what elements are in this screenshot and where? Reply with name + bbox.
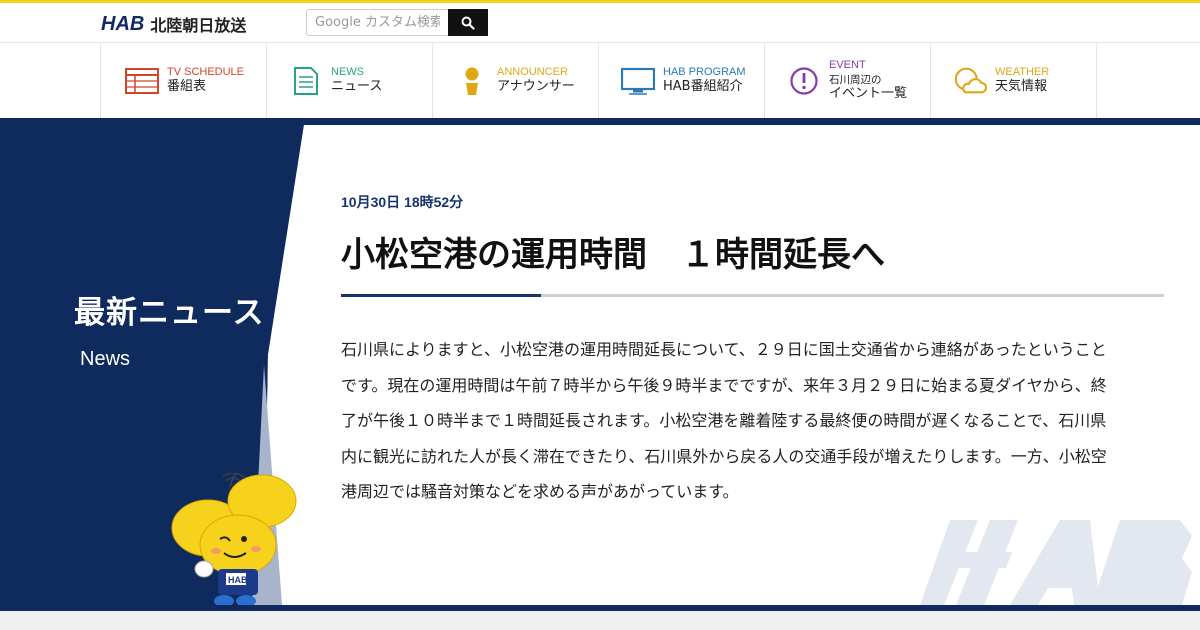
nav-label-jp: HAB番組紹介: [663, 79, 743, 95]
tv-schedule-icon: [125, 65, 159, 97]
nav-event[interactable]: EVENT 石川周辺の イベント一覧: [765, 43, 931, 118]
hab-watermark-logo: [920, 520, 1200, 605]
nav-label-jp: 石川周辺の: [829, 73, 882, 86]
headline-divider-accent: [341, 294, 541, 297]
main-content: 最新ニュース News HAB 10月30日 18時52分 小松空港の運用時間 …: [0, 125, 1200, 605]
search-input[interactable]: [306, 9, 448, 36]
section-subtitle: News: [80, 348, 131, 370]
nav-label-jp: 天気情報: [995, 79, 1048, 95]
nav-label-jp: アナウンサー: [497, 79, 575, 95]
nav-label-en: WEATHER: [995, 65, 1050, 78]
nav-label-en: HAB PROGRAM: [663, 65, 746, 78]
content-top-band: [0, 118, 1200, 125]
section-sidebar: 最新ニュース News HAB: [0, 125, 304, 605]
site-logo[interactable]: HAB 北陸朝日放送: [101, 12, 246, 36]
article-headline: 小松空港の運用時間 １時間延長へ: [341, 235, 885, 275]
nav-label-jp: 番組表: [167, 79, 207, 95]
nav-label-jp: ニュース: [331, 79, 383, 95]
site-search: [306, 9, 488, 36]
nav-weather[interactable]: WEATHER 天気情報: [931, 43, 1097, 118]
event-icon: [787, 65, 821, 97]
article-body: 石川県によりますと、小松空港の運用時間延長について、２９日に国土交通省から連絡が…: [341, 340, 1107, 501]
nav-label-en: TV SCHEDULE: [167, 65, 245, 78]
nav-announcer[interactable]: ANNOUNCER アナウンサー: [433, 43, 599, 118]
search-icon: [461, 16, 475, 30]
nav-hab-program[interactable]: HAB PROGRAM HAB番組紹介: [599, 43, 765, 118]
announcer-icon: [455, 65, 489, 97]
search-button[interactable]: [448, 9, 488, 36]
site-header: HAB 北陸朝日放送: [0, 3, 1200, 42]
logo-text: 北陸朝日放送: [150, 16, 247, 35]
nav-tv-schedule[interactable]: TV SCHEDULE 番組表: [101, 43, 267, 118]
section-title: 最新ニュース: [74, 295, 265, 331]
nav-news[interactable]: NEWS ニュース: [267, 43, 433, 118]
logo-mark: HAB: [101, 12, 145, 35]
news-icon: [289, 65, 323, 97]
nav-label-en: NEWS: [331, 65, 364, 78]
weather-icon: [953, 65, 987, 97]
nav-label-en: EVENT: [829, 59, 866, 72]
footer-strip: [0, 611, 1200, 630]
nav-label-en: ANNOUNCER: [497, 65, 568, 78]
svg-text:HAB: HAB: [228, 575, 248, 585]
monitor-icon: [621, 65, 655, 97]
nav-label-jp-line2: イベント一覧: [829, 85, 908, 101]
global-nav: TV SCHEDULE 番組表 NEWS ニュース ANNOUNCER アナウン…: [0, 42, 1200, 118]
article-date: 10月30日 18時52分: [341, 194, 464, 210]
